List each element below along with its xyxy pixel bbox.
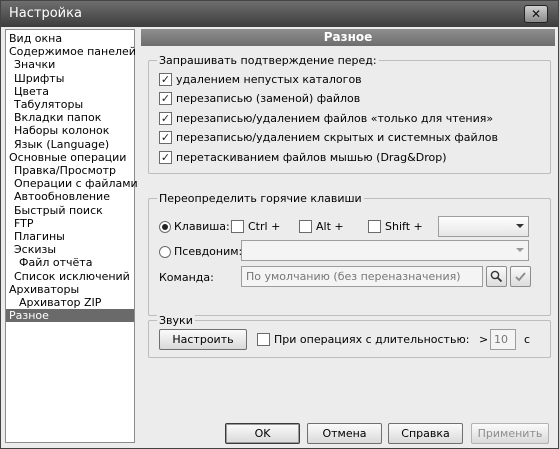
alt-checkbox-row[interactable]: Alt +: [299, 220, 344, 233]
confirm-checkbox[interactable]: ✓: [159, 131, 172, 144]
key-select[interactable]: [438, 216, 529, 237]
apply-command-button[interactable]: [510, 266, 531, 287]
sidebar-item[interactable]: Значки: [6, 58, 57, 71]
confirm-checkbox-row[interactable]: ✓ удалением непустых каталогов: [159, 72, 362, 86]
confirm-checkbox-row[interactable]: ✓ перезаписью/удалением файлов «только дл…: [159, 111, 493, 125]
sidebar-item[interactable]: Плагины: [6, 230, 67, 243]
confirm-checkbox-row[interactable]: ✓ перезаписью (заменой) файлов: [159, 92, 360, 106]
duration-label: При операциях с длительностью:: [274, 333, 470, 346]
sounds-group: Звуки Настроить При операциях с длительн…: [148, 314, 551, 358]
hotkeys-group: Переопределить горячие клавиши Клавиша: …: [148, 192, 551, 316]
cancel-button[interactable]: Отмена: [307, 423, 382, 444]
window-title: Настройка: [9, 6, 82, 21]
alias-radio[interactable]: [159, 245, 171, 258]
page-title: Разное: [141, 29, 555, 46]
close-button[interactable]: ✕: [524, 5, 548, 23]
confirm-checkbox[interactable]: ✓: [159, 111, 172, 125]
sidebar-item[interactable]: Содержимое панелей: [6, 45, 138, 58]
sidebar-item[interactable]: Цвета: [6, 85, 51, 98]
sidebar-item[interactable]: Быстрый поиск: [6, 204, 105, 217]
alt-checkbox[interactable]: [299, 220, 312, 233]
ctrl-checkbox-row[interactable]: Ctrl +: [231, 220, 280, 233]
sounds-group-title: Звуки: [157, 314, 195, 327]
key-radio[interactable]: [159, 220, 171, 233]
confirm-checkbox-label: перезаписью (заменой) файлов: [176, 92, 361, 105]
shift-label: Shift +: [385, 220, 423, 233]
confirm-checkbox-label: удалением непустых каталогов: [176, 72, 362, 86]
sidebar-item[interactable]: Автообновление: [6, 190, 112, 203]
configure-sounds-button[interactable]: Настроить: [159, 329, 247, 350]
sidebar-item[interactable]: Основные операции: [6, 151, 128, 164]
browse-command-button[interactable]: [486, 266, 507, 287]
command-input[interactable]: По умолчанию (без переназначения): [241, 266, 483, 287]
sidebar-item[interactable]: Вид окна: [6, 32, 64, 45]
ok-button[interactable]: OK: [225, 423, 300, 444]
seconds-unit: с: [524, 333, 531, 346]
search-icon: [490, 270, 503, 283]
alt-label: Alt +: [316, 220, 344, 233]
sidebar-item[interactable]: Правка/Просмотр: [6, 164, 118, 177]
confirm-group-title: Запрашивать подтверждение перед:: [157, 54, 379, 67]
command-placeholder: По умолчанию (без переназначения): [246, 270, 461, 283]
sidebar-item[interactable]: Эскизы: [6, 243, 58, 256]
confirm-checkbox[interactable]: ✓: [159, 72, 172, 86]
sidebar-item[interactable]: Список исключений: [6, 270, 132, 283]
duration-seconds-value: 10: [494, 333, 508, 346]
close-icon: ✕: [530, 7, 542, 21]
title-bar: Настройка ✕: [1, 1, 558, 27]
duration-seconds-input[interactable]: 10: [490, 329, 516, 350]
help-button[interactable]: Справка: [388, 423, 463, 444]
chevron-down-icon: [516, 248, 524, 252]
confirm-checkbox-row[interactable]: ✓ перетаскиванием файлов мышью (Drag&Drop…: [159, 150, 447, 164]
shift-checkbox-row[interactable]: Shift +: [368, 220, 423, 233]
sidebar-item[interactable]: Операции с файлами: [6, 177, 140, 190]
sidebar-item[interactable]: Вкладки папок: [6, 111, 103, 124]
greater-than-sign: >: [479, 333, 489, 346]
duration-checkbox[interactable]: [257, 333, 270, 346]
alias-combo[interactable]: [241, 240, 529, 261]
sidebar-item[interactable]: Разное: [6, 309, 134, 323]
ctrl-label: Ctrl +: [248, 220, 281, 233]
shift-checkbox[interactable]: [368, 220, 381, 233]
settings-window: Настройка ✕ Вид окна Содержимое панелей Зн…: [0, 0, 559, 449]
duration-checkbox-row[interactable]: При операциях с длительностью:: [257, 333, 469, 346]
apply-button[interactable]: Применить: [471, 423, 549, 444]
command-label: Команда:: [159, 271, 214, 284]
confirm-checkbox-label: перезаписью/удалением скрытых и системны…: [176, 131, 498, 144]
settings-panel: Разное Запрашивать подтверждение перед: …: [141, 29, 555, 414]
sidebar-item[interactable]: Шрифты: [6, 72, 66, 85]
sidebar-item[interactable]: Наборы колонок: [6, 124, 111, 137]
confirm-checkbox[interactable]: ✓: [159, 92, 172, 105]
sidebar-item[interactable]: Архиватор ZIP: [6, 296, 103, 309]
sidebar-item[interactable]: FTP: [6, 217, 36, 230]
key-label: Клавиша:: [174, 220, 230, 233]
alias-label: Псевдоним:: [174, 245, 243, 258]
sidebar-item[interactable]: Язык (Language): [6, 138, 111, 151]
checkmark-icon: [515, 272, 526, 282]
chevron-down-icon: [516, 224, 524, 228]
settings-tree[interactable]: Вид окна Содержимое панелей Значки Шрифты Цв…: [5, 29, 138, 443]
sidebar-item[interactable]: Табуляторы: [6, 98, 85, 111]
confirm-checkbox-label: перезаписью/удалением файлов «только для…: [176, 111, 494, 125]
confirm-group: Запрашивать подтверждение перед: ✓ удален…: [148, 54, 551, 174]
ctrl-checkbox[interactable]: [231, 220, 244, 233]
confirm-checkbox[interactable]: ✓: [159, 150, 172, 164]
hotkeys-group-title: Переопределить горячие клавиши: [157, 192, 364, 205]
key-radio-row[interactable]: Клавиша:: [159, 220, 230, 233]
sidebar-item[interactable]: Архиваторы: [6, 283, 81, 296]
alias-radio-row[interactable]: Псевдоним:: [159, 245, 242, 258]
confirm-checkbox-row[interactable]: ✓ перезаписью/удалением скрытых и системн…: [159, 131, 498, 145]
confirm-checkbox-label: перетаскиванием файлов мышью (Drag&Drop): [176, 150, 447, 164]
sidebar-item[interactable]: Файл отчёта: [6, 256, 94, 269]
